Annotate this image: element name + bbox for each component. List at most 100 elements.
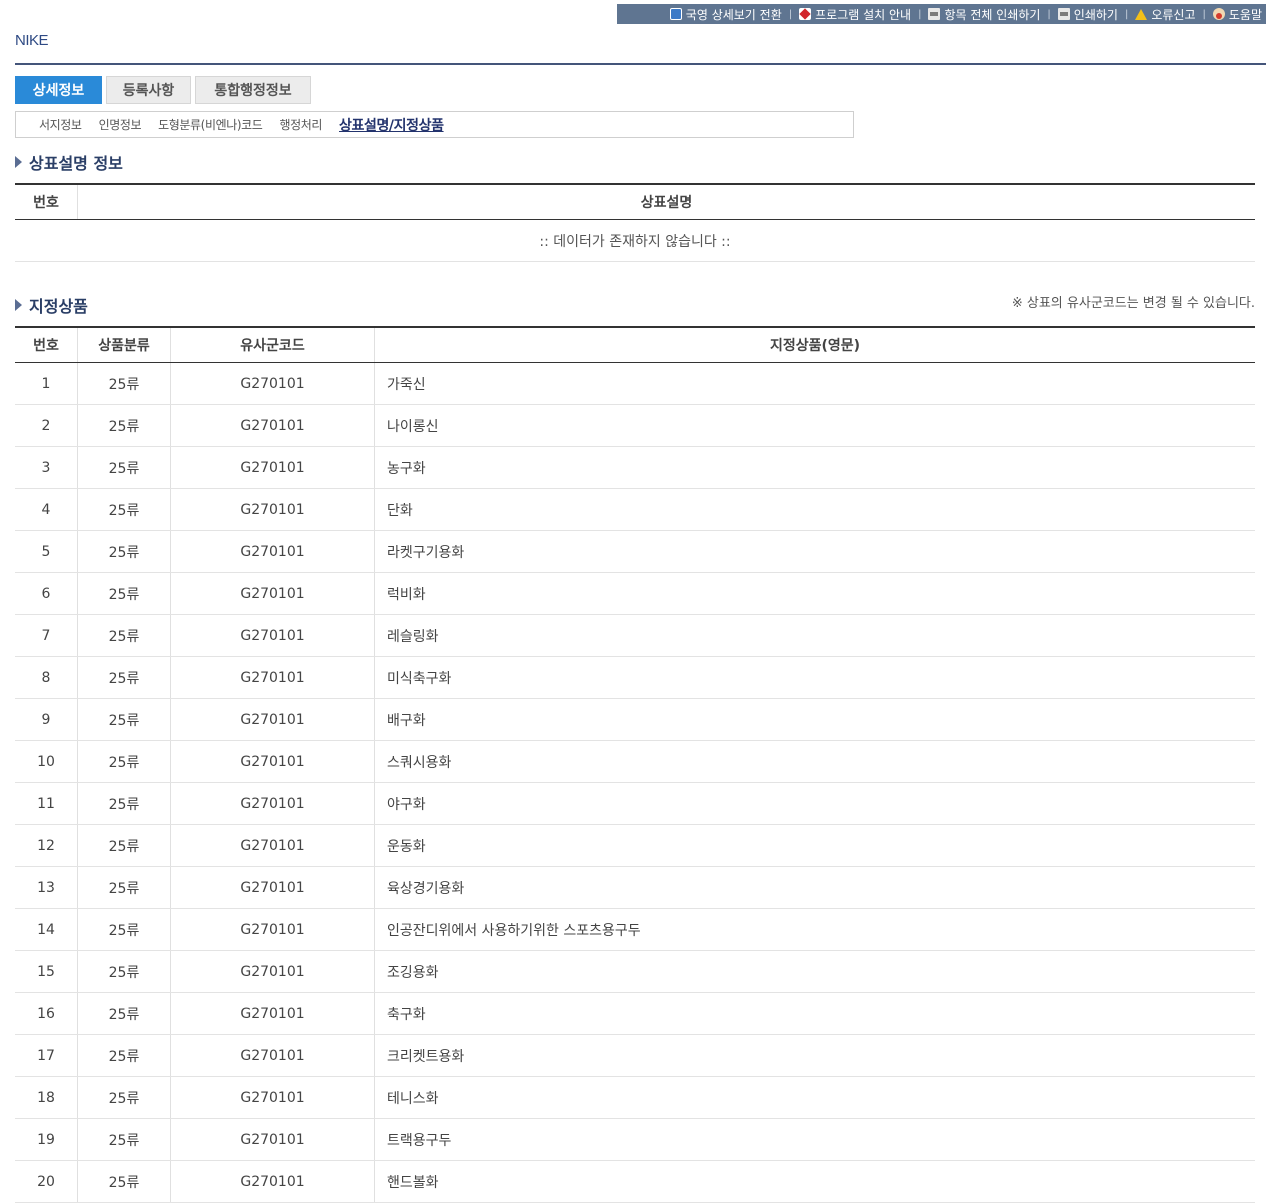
table-row: 12 25류 G270101 운동화 xyxy=(15,824,1255,867)
row-number: 10 xyxy=(15,740,78,783)
toolbar-separator: | xyxy=(918,8,922,20)
section-arrow-icon xyxy=(15,156,22,168)
row-similar-code: G270101 xyxy=(170,782,375,825)
table-row: 6 25류 G270101 럭비화 xyxy=(15,572,1255,615)
table-row: 11 25류 G270101 야구화 xyxy=(15,782,1255,825)
row-number: 17 xyxy=(15,1034,78,1077)
row-number: 1 xyxy=(15,362,78,405)
translate-icon xyxy=(669,8,682,20)
toolbar-separator: | xyxy=(1202,8,1206,20)
row-number: 12 xyxy=(15,824,78,867)
toolbar-item-print-all[interactable]: 항목 전체 인쇄하기 xyxy=(928,6,1040,23)
row-similar-code: G270101 xyxy=(170,1076,375,1119)
row-number: 19 xyxy=(15,1118,78,1161)
table-row: 2 25류 G270101 나이롱신 xyxy=(15,404,1255,447)
title-divider xyxy=(15,63,1266,65)
row-goods-name: 트랙용구두 xyxy=(374,1118,1255,1161)
column-header-number: 번호 xyxy=(15,326,78,363)
row-similar-code: G270101 xyxy=(170,488,375,531)
page-title: NIKE xyxy=(15,32,49,49)
row-class: 25류 xyxy=(77,866,171,909)
row-goods-name: 크리켓트용화 xyxy=(374,1034,1255,1077)
column-header-class: 상품분류 xyxy=(77,326,171,363)
row-class: 25류 xyxy=(77,908,171,951)
main-tabs: 상세정보 등록사항 통합행정정보 xyxy=(15,76,315,104)
row-class: 25류 xyxy=(77,740,171,783)
row-number: 6 xyxy=(15,572,78,615)
row-goods-name: 럭비화 xyxy=(374,572,1255,615)
section-arrow-icon xyxy=(15,299,22,311)
table-row: 8 25류 G270101 미식축구화 xyxy=(15,656,1255,699)
row-class: 25류 xyxy=(77,992,171,1035)
row-class: 25류 xyxy=(77,1160,171,1203)
tab-registration[interactable]: 등록사항 xyxy=(106,76,191,104)
sub-tabs: 서지정보 인명정보 도형분류(비엔나)코드 행정처리 상표설명/지정상품 xyxy=(15,111,854,138)
subtab-administrative[interactable]: 행정처리 xyxy=(279,116,322,133)
row-number: 2 xyxy=(15,404,78,447)
row-similar-code: G270101 xyxy=(170,446,375,489)
tab-admin-info[interactable]: 통합행정정보 xyxy=(195,76,311,104)
row-goods-name: 레슬링화 xyxy=(374,614,1255,657)
row-similar-code: G270101 xyxy=(170,614,375,657)
table-row: 1 25류 G270101 가죽신 xyxy=(15,362,1255,405)
goods-table-body: 1 25류 G270101 가죽신 2 25류 G270101 나이롱신 3 25류 G270101… xyxy=(15,362,1255,1203)
printer-icon xyxy=(928,8,941,20)
row-similar-code: G270101 xyxy=(170,992,375,1035)
subtab-person-info[interactable]: 인명정보 xyxy=(99,116,142,133)
subtab-description-goods[interactable]: 상표설명/지정상품 xyxy=(339,115,444,135)
row-similar-code: G270101 xyxy=(170,740,375,783)
row-number: 11 xyxy=(15,782,78,825)
table-row: 10 25류 G270101 스쿼시용화 xyxy=(15,740,1255,783)
row-goods-name: 스쿼시용화 xyxy=(374,740,1255,783)
row-class: 25류 xyxy=(77,1118,171,1161)
table-row: 4 25류 G270101 단화 xyxy=(15,488,1255,531)
empty-row: :: 데이터가 존재하지 않습니다 :: xyxy=(15,219,1255,262)
row-class: 25류 xyxy=(77,446,171,489)
row-class: 25류 xyxy=(77,1034,171,1077)
toolbar-item-print[interactable]: 인쇄하기 xyxy=(1057,6,1118,23)
row-goods-name: 축구화 xyxy=(374,992,1255,1035)
table-row: 15 25류 G270101 조깅용화 xyxy=(15,950,1255,993)
tab-detail-info[interactable]: 상세정보 xyxy=(15,76,102,104)
description-table: 번호 상표설명 :: 데이터가 존재하지 않습니다 :: xyxy=(15,183,1255,262)
column-header-similar-code: 유사군코드 xyxy=(170,326,375,363)
row-class: 25류 xyxy=(77,362,171,405)
row-goods-name: 농구화 xyxy=(374,446,1255,489)
row-goods-name: 배구화 xyxy=(374,698,1255,741)
row-similar-code: G270101 xyxy=(170,866,375,909)
toolbar-item-error-report[interactable]: 오류신고 xyxy=(1135,6,1196,23)
toolbar-item-translate[interactable]: 국영 상세보기 전환 xyxy=(669,6,782,23)
goods-table: 번호 상품분류 유사군코드 지정상품(영문) 1 25류 G270101 가죽신 2 25… xyxy=(15,326,1255,1203)
row-class: 25류 xyxy=(77,950,171,993)
row-goods-name: 나이롱신 xyxy=(374,404,1255,447)
row-number: 14 xyxy=(15,908,78,951)
subtab-bibliographic[interactable]: 서지정보 xyxy=(39,116,82,133)
row-similar-code: G270101 xyxy=(170,1034,375,1077)
row-similar-code: G270101 xyxy=(170,950,375,993)
row-number: 8 xyxy=(15,656,78,699)
row-class: 25류 xyxy=(77,572,171,615)
section-title-goods: 지정상품 xyxy=(15,293,88,317)
row-goods-name: 핸드볼화 xyxy=(374,1160,1255,1203)
toolbar-item-help[interactable]: 도움말 xyxy=(1212,6,1262,23)
row-class: 25류 xyxy=(77,656,171,699)
row-number: 5 xyxy=(15,530,78,573)
subtab-vienna-code[interactable]: 도형분류(비엔나)코드 xyxy=(158,116,263,133)
table-row: 5 25류 G270101 라켓구기용화 xyxy=(15,530,1255,573)
empty-message: :: 데이터가 존재하지 않습니다 :: xyxy=(15,219,1255,262)
row-goods-name: 육상경기용화 xyxy=(374,866,1255,909)
row-goods-name: 인공잔디위에서 사용하기위한 스포츠용구두 xyxy=(374,908,1255,951)
top-toolbar: 국영 상세보기 전환 | 프로그램 설치 안내 | 항목 전체 인쇄하기 | 인… xyxy=(617,4,1266,24)
table-row: 20 25류 G270101 핸드볼화 xyxy=(15,1160,1255,1203)
toolbar-separator: | xyxy=(788,8,793,20)
help-icon xyxy=(1212,8,1225,20)
row-similar-code: G270101 xyxy=(170,362,375,405)
pdf-icon xyxy=(799,8,812,20)
row-similar-code: G270101 xyxy=(170,656,375,699)
column-header-goods: 지정상품(영문) xyxy=(374,326,1255,363)
row-number: 16 xyxy=(15,992,78,1035)
row-similar-code: G270101 xyxy=(170,404,375,447)
row-similar-code: G270101 xyxy=(170,824,375,867)
table-row: 3 25류 G270101 농구화 xyxy=(15,446,1255,489)
toolbar-item-program-install[interactable]: 프로그램 설치 안내 xyxy=(799,6,911,23)
